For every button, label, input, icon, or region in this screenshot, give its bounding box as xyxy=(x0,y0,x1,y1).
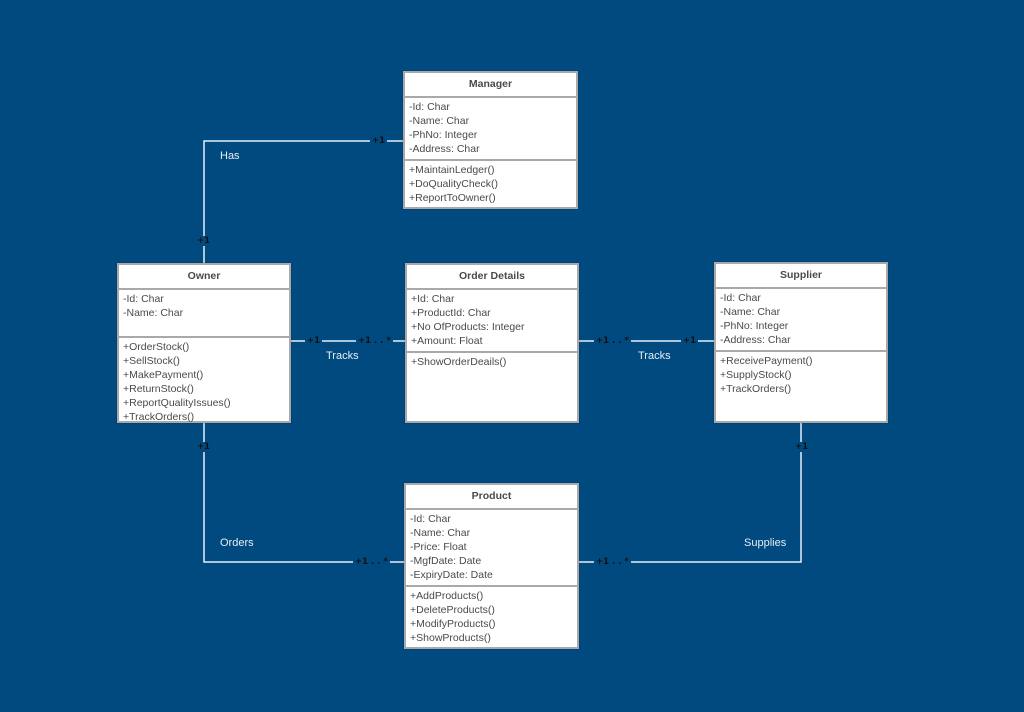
method: +ReceivePayment() xyxy=(720,355,813,367)
method: +OrderStock() xyxy=(123,341,190,353)
attribute: -PhNo: Integer xyxy=(409,129,478,141)
attribute: -Name: Char xyxy=(409,115,470,127)
class-name: Product xyxy=(406,485,577,510)
attribute: +Id: Char xyxy=(411,293,455,305)
attributes-section: +Id: Char +ProductId: Char +No OfProduct… xyxy=(407,290,577,353)
attribute: -Id: Char xyxy=(409,101,450,113)
attribute: -Price: Float xyxy=(410,541,467,553)
class-name: Order Details xyxy=(407,265,577,290)
method: +ShowProducts() xyxy=(410,632,491,644)
attribute: -Name: Char xyxy=(720,306,781,318)
relationship-label-tracks-owner: Tracks xyxy=(326,350,359,362)
methods-section: +MaintainLedger() +DoQualityCheck() +Rep… xyxy=(405,161,576,208)
attribute: +No OfProducts: Integer xyxy=(411,321,525,333)
multiplicity-has-owner: +1 xyxy=(195,236,213,246)
class-box-product[interactable]: Product -Id: Char -Name: Char -Price: Fl… xyxy=(404,483,579,649)
attribute: -Address: Char xyxy=(720,334,791,346)
class-box-supplier[interactable]: Supplier -Id: Char -Name: Char -PhNo: In… xyxy=(714,262,888,423)
attribute: -PhNo: Integer xyxy=(720,320,789,332)
method: +DoQualityCheck() xyxy=(409,178,498,190)
method: +ReportToOwner() xyxy=(409,192,496,204)
methods-section: +AddProducts() +DeleteProducts() +Modify… xyxy=(406,587,577,648)
class-box-owner[interactable]: Owner -Id: Char -Name: Char +OrderStock(… xyxy=(117,263,291,423)
class-box-manager[interactable]: Manager -Id: Char -Name: Char -PhNo: Int… xyxy=(403,71,578,209)
method: +SupplyStock() xyxy=(720,369,792,381)
method: +AddProducts() xyxy=(410,590,484,602)
methods-section: +OrderStock() +SellStock() +MakePayment(… xyxy=(119,338,289,427)
multiplicity-tracks-owner: +1 xyxy=(305,336,323,346)
multiplicity-supplies-product: +1 . . * xyxy=(594,557,631,567)
diagram-canvas: Has Tracks Tracks Orders Supplies +1 +1 … xyxy=(0,0,1024,712)
method: +ReturnStock() xyxy=(123,383,194,395)
methods-section: +ShowOrderDeails() xyxy=(407,353,577,372)
method: +DeleteProducts() xyxy=(410,604,495,616)
method: +SellStock() xyxy=(123,355,180,367)
method: +TrackOrders() xyxy=(123,411,195,423)
multiplicity-orders-owner: +1 xyxy=(195,442,213,452)
attribute: -MgfDate: Date xyxy=(410,555,482,567)
attribute: -Id: Char xyxy=(720,292,761,304)
multiplicity-supplies-supplier: +1 xyxy=(793,442,811,452)
relationship-label-supplies: Supplies xyxy=(744,537,787,549)
attribute: +Amount: Float xyxy=(411,335,483,347)
relationship-label-orders: Orders xyxy=(220,537,254,549)
method: +TrackOrders() xyxy=(720,383,792,395)
relationship-label-has: Has xyxy=(220,150,240,162)
multiplicity-tracks2-orderdetails: +1 . . * xyxy=(594,336,631,346)
class-name: Supplier xyxy=(716,264,886,289)
multiplicity-orders-product: +1 . . * xyxy=(353,557,390,567)
attributes-section: -Id: Char -Name: Char -Price: Float -Mgf… xyxy=(406,510,577,587)
attribute: -Id: Char xyxy=(123,293,164,305)
attributes-section: -Id: Char -Name: Char -PhNo: Integer -Ad… xyxy=(405,98,576,161)
multiplicity-tracks-orderdetails: +1 . . * xyxy=(356,336,393,346)
attributes-section: -Id: Char -Name: Char xyxy=(119,290,289,338)
attribute: -Address: Char xyxy=(409,143,480,155)
attributes-section: -Id: Char -Name: Char -PhNo: Integer -Ad… xyxy=(716,289,886,352)
attribute: -Id: Char xyxy=(410,513,451,525)
multiplicity-tracks2-supplier: +1 xyxy=(681,336,699,346)
attribute: -Name: Char xyxy=(123,307,184,319)
class-name: Owner xyxy=(119,265,289,290)
class-box-order-details[interactable]: Order Details +Id: Char +ProductId: Char… xyxy=(405,263,579,423)
method: +ShowOrderDeails() xyxy=(411,356,507,368)
relationship-label-tracks-supplier: Tracks xyxy=(638,350,671,362)
attribute: -Name: Char xyxy=(410,527,471,539)
multiplicity-has-manager: +1 xyxy=(370,136,388,146)
attribute: -ExpiryDate: Date xyxy=(410,569,493,581)
method: +ReportQualityIssues() xyxy=(123,397,231,409)
class-name: Manager xyxy=(405,73,576,98)
method: +MakePayment() xyxy=(123,369,204,381)
attribute: +ProductId: Char xyxy=(411,307,491,319)
methods-section: +ReceivePayment() +SupplyStock() +TrackO… xyxy=(716,352,886,399)
method: +ModifyProducts() xyxy=(410,618,496,630)
method: +MaintainLedger() xyxy=(409,164,495,176)
